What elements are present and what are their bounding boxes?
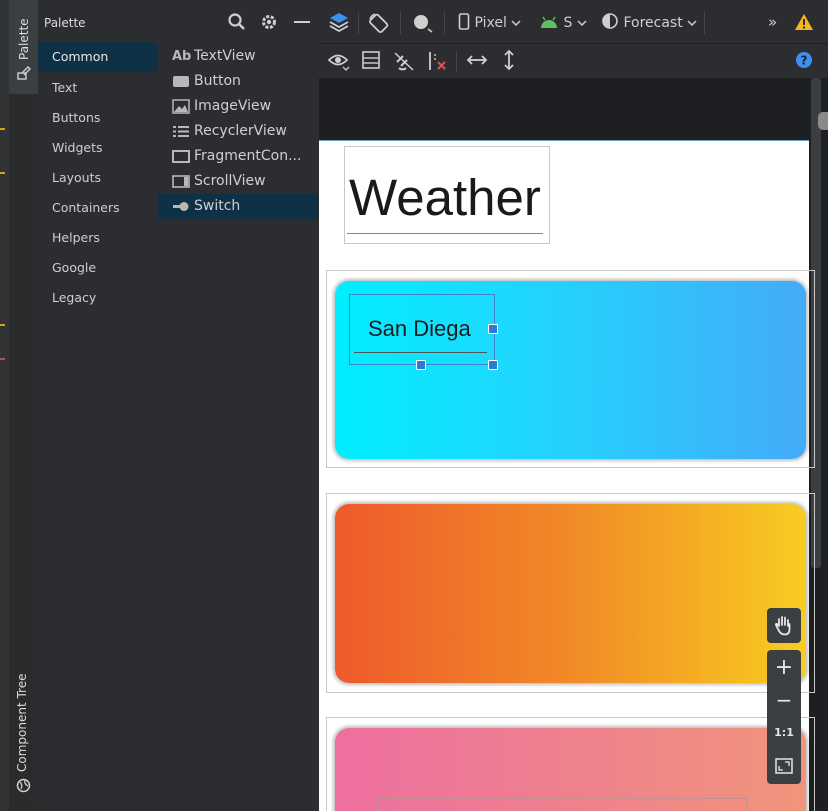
component-tree-tab[interactable]: Component Tree (13, 674, 35, 800)
category-google[interactable]: Google (38, 253, 157, 283)
switch-icon (173, 202, 189, 211)
category-layouts[interactable]: Layouts (38, 163, 157, 193)
widget-imageview[interactable]: ImageView (158, 94, 318, 119)
card-inner-element[interactable] (378, 798, 747, 811)
overflow-icon[interactable]: » (768, 11, 777, 33)
palette-tab-label: Palette (17, 18, 31, 60)
page-title: Weather (349, 169, 541, 226)
phone-icon (458, 13, 470, 30)
theme-label: Forecast (623, 15, 683, 31)
orientation-icon[interactable] (367, 11, 391, 35)
api-selector[interactable]: S (539, 12, 587, 34)
category-buttons[interactable]: Buttons (38, 103, 157, 133)
horizontal-resize-icon[interactable] (466, 52, 488, 68)
widget-label: ImageView (194, 98, 272, 114)
resize-handle[interactable] (416, 360, 426, 370)
svg-text:?: ? (801, 54, 808, 68)
category-containers[interactable]: Containers (38, 193, 157, 223)
widget-label: Switch (194, 198, 241, 214)
magnet-off-icon[interactable] (393, 50, 415, 72)
widget-label: Button (194, 73, 241, 89)
theme-selector[interactable]: Forecast (601, 12, 697, 34)
imageview-icon (172, 99, 190, 114)
resize-handle[interactable] (488, 324, 498, 334)
api-label: S (563, 15, 573, 31)
device-selector[interactable]: Pixel (458, 12, 521, 34)
weather-card[interactable] (335, 504, 806, 683)
chevron-down-icon (511, 20, 521, 27)
palette-brush-icon (17, 66, 31, 80)
gear-icon[interactable] (259, 12, 279, 32)
category-text[interactable]: Text (38, 73, 157, 103)
globe-icon (16, 778, 31, 793)
eye-icon[interactable] (328, 50, 350, 72)
warning-icon[interactable] (794, 13, 814, 31)
search-icon[interactable] (227, 12, 247, 32)
fragmentcontainer-icon (172, 150, 190, 163)
title-underline (347, 233, 543, 234)
zoom-out-button[interactable]: − (767, 684, 801, 717)
chevron-down-icon (577, 20, 587, 27)
chevron-down-icon (687, 20, 697, 27)
textview-icon: Ab (172, 49, 192, 64)
category-helpers[interactable]: Helpers (38, 223, 157, 253)
component-tree-label: Component Tree (15, 673, 29, 772)
canvas-margin (319, 78, 828, 140)
button-icon (173, 76, 189, 87)
blueprint-icon[interactable] (361, 50, 381, 70)
hand-icon (774, 616, 791, 636)
city-underline (354, 352, 487, 353)
editor-edge (0, 0, 9, 811)
widget-label: FragmentCon... (194, 148, 302, 164)
category-legacy[interactable]: Legacy (38, 283, 157, 313)
android-icon (541, 16, 557, 28)
zoom-fit-button[interactable] (767, 749, 801, 782)
canvas-drag-handle[interactable] (818, 112, 828, 130)
widget-button[interactable]: Button (158, 69, 318, 94)
category-common[interactable]: Common (38, 42, 157, 72)
minimize-icon[interactable] (292, 12, 312, 32)
palette-title: Palette (44, 16, 86, 30)
widget-recyclerview[interactable]: RecyclerView (158, 119, 318, 144)
widget-label: ScrollView (194, 173, 266, 189)
resize-handle[interactable] (488, 360, 498, 370)
design-surface-icon[interactable] (328, 11, 350, 33)
widget-label: TextView (194, 48, 256, 64)
widget-switch[interactable]: Switch (158, 194, 318, 219)
recyclerview-icon (173, 126, 189, 137)
theme-icon (602, 13, 618, 29)
widget-label: RecyclerView (194, 123, 287, 139)
widget-fragmentcontainer[interactable]: FragmentCon... (158, 144, 318, 169)
scrollview-icon (172, 175, 190, 188)
fit-screen-icon (775, 758, 793, 774)
device-label: Pixel (474, 15, 507, 31)
night-mode-icon[interactable] (410, 12, 434, 34)
zoom-in-button[interactable]: + (767, 651, 801, 684)
pan-button[interactable] (767, 608, 801, 643)
zoom-actual-size-button[interactable]: 1:1 (767, 716, 801, 749)
clear-constraints-icon[interactable] (426, 50, 448, 72)
widget-scrollview[interactable]: ScrollView (158, 169, 318, 194)
widget-textview[interactable]: Ab TextView (158, 44, 318, 69)
help-icon[interactable]: ? (795, 51, 813, 69)
vertical-resize-icon[interactable] (501, 49, 517, 71)
palette-tool-tab[interactable]: Palette (9, 0, 38, 94)
city-text: San Diega (368, 316, 471, 341)
category-widgets[interactable]: Widgets (38, 133, 157, 163)
